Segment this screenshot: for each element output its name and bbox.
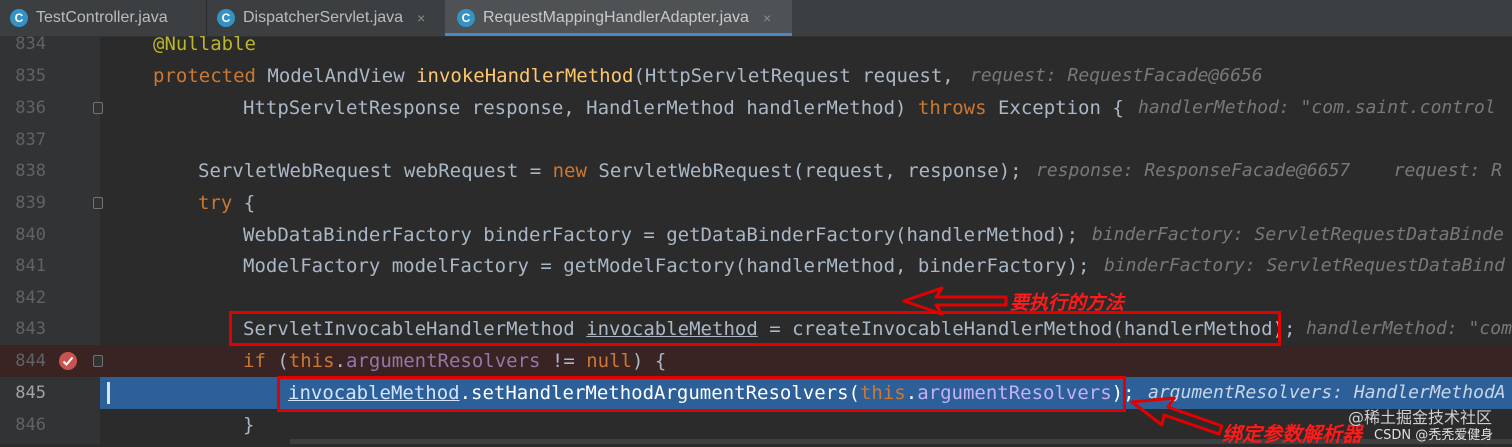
text-caret xyxy=(107,382,110,404)
line-number: 840 xyxy=(15,225,46,245)
code-line-842[interactable]: 842 xyxy=(0,282,1512,314)
tab-label: DispatcherServlet.java xyxy=(243,9,404,26)
code-line-844-breakpoint[interactable]: 844 if (this.argumentResolvers != null) … xyxy=(0,345,1512,377)
line-number: 846 xyxy=(15,415,46,435)
code-text: protected ModelAndView invokeHandlerMeth… xyxy=(153,60,954,92)
method-declaration: invokeHandlerMethod xyxy=(416,65,634,87)
java-class-icon: C xyxy=(217,9,235,27)
debug-inline-value: request: RequestFacade@6656 xyxy=(970,65,1263,86)
close-icon[interactable]: × xyxy=(763,10,771,26)
keyword: try xyxy=(198,192,233,214)
line-number: 837 xyxy=(15,130,46,150)
annotation-nullable: @Nullable xyxy=(153,33,256,55)
close-icon[interactable]: × xyxy=(417,10,425,26)
code-segment: ) { xyxy=(632,350,667,372)
code-text: if (this.argumentResolvers != null) { xyxy=(243,345,666,377)
code-text: } xyxy=(243,414,255,436)
line-number: 841 xyxy=(15,256,46,276)
line-number: 843 xyxy=(15,319,46,339)
keyword: null xyxy=(586,350,632,372)
code-segment: . xyxy=(334,350,346,372)
code-line-840[interactable]: 840 WebDataBinderFactory binderFactory =… xyxy=(0,219,1512,251)
code-segment: ( xyxy=(265,350,289,372)
fold-icon[interactable] xyxy=(93,102,103,114)
code-segment: ModelAndView xyxy=(255,65,417,87)
line-number: 845 xyxy=(0,377,46,409)
code-text: try { xyxy=(198,187,255,219)
highlight-box-set-resolvers xyxy=(277,376,1126,412)
debug-inline-value: response: ResponseFacade@6657 request: R xyxy=(1036,160,1502,181)
tab-label: TestController.java xyxy=(36,9,168,26)
code-text: HttpServletResponse response, HandlerMet… xyxy=(243,92,1124,124)
arrow-icon xyxy=(1130,396,1224,436)
keyword: new xyxy=(552,160,587,182)
keyword: if xyxy=(243,350,266,372)
code-text: ModelFactory modelFactory = getModelFact… xyxy=(243,255,1090,277)
arrow-icon xyxy=(902,286,1008,316)
code-line-839[interactable]: 839 try { xyxy=(0,187,1512,219)
breakpoint-icon[interactable] xyxy=(58,351,78,371)
keyword: this xyxy=(288,350,335,372)
field-reference: argumentResolvers xyxy=(346,350,541,372)
code-segment: ServletWebRequest(request, response); xyxy=(586,160,1022,182)
resolver-note-label: 绑定参数解析器 xyxy=(1222,422,1362,446)
line-number: 834 xyxy=(15,34,46,54)
line-number: 844 xyxy=(15,351,46,371)
line-number: 836 xyxy=(15,98,46,118)
debug-inline-value: handlerMethod: "com.saint.control xyxy=(1138,97,1496,118)
code-segment: HttpServletResponse response, HandlerMet… xyxy=(243,97,918,119)
code-text: WebDataBinderFactory binderFactory = get… xyxy=(243,224,1079,246)
fold-icon[interactable] xyxy=(93,197,103,209)
java-class-icon: C xyxy=(457,9,475,27)
keyword: throws xyxy=(917,97,987,119)
line-number: 842 xyxy=(15,288,46,308)
method-note-label: 要执行的方法 xyxy=(1010,292,1125,314)
code-segment: { xyxy=(232,192,256,214)
line-number: 838 xyxy=(15,161,46,181)
line-number: 839 xyxy=(15,193,46,213)
code-line-836[interactable]: 836 HttpServletResponse response, Handle… xyxy=(0,92,1512,124)
code-segment: ServletWebRequest webRequest = xyxy=(198,160,553,182)
code-line-835[interactable]: 835 protected ModelAndView invokeHandler… xyxy=(0,60,1512,92)
code-segment: Exception { xyxy=(986,97,1124,119)
highlight-box-invocable-method xyxy=(229,311,1281,346)
code-text: ServletWebRequest webRequest = new Servl… xyxy=(198,155,1022,187)
debug-inline-value: binderFactory: ServletRequestDataBind xyxy=(1104,255,1505,276)
keyword: protected xyxy=(153,65,256,87)
code-line-838[interactable]: 838 ServletWebRequest webRequest = new S… xyxy=(0,155,1512,187)
gutter-cell xyxy=(46,377,100,409)
tab-label: RequestMappingHandlerAdapter.java xyxy=(483,9,749,26)
code-line-834[interactable]: 834 @Nullable xyxy=(0,28,1512,60)
line-number: 835 xyxy=(15,66,46,86)
debug-inline-value: binderFactory: ServletRequestDataBinde xyxy=(1092,224,1504,245)
code-segment: != xyxy=(540,350,587,372)
watermark-csdn: CSDN @秃秃爱健身 xyxy=(1374,428,1494,443)
java-class-icon: C xyxy=(10,9,28,27)
debug-inline-value: handlerMethod: "com xyxy=(1306,318,1512,339)
fold-icon[interactable] xyxy=(93,355,103,367)
code-line-841[interactable]: 841 ModelFactory modelFactory = getModel… xyxy=(0,250,1512,282)
code-line-837[interactable]: 837 xyxy=(0,124,1512,156)
code-segment: (HttpServletRequest request, xyxy=(633,65,954,87)
